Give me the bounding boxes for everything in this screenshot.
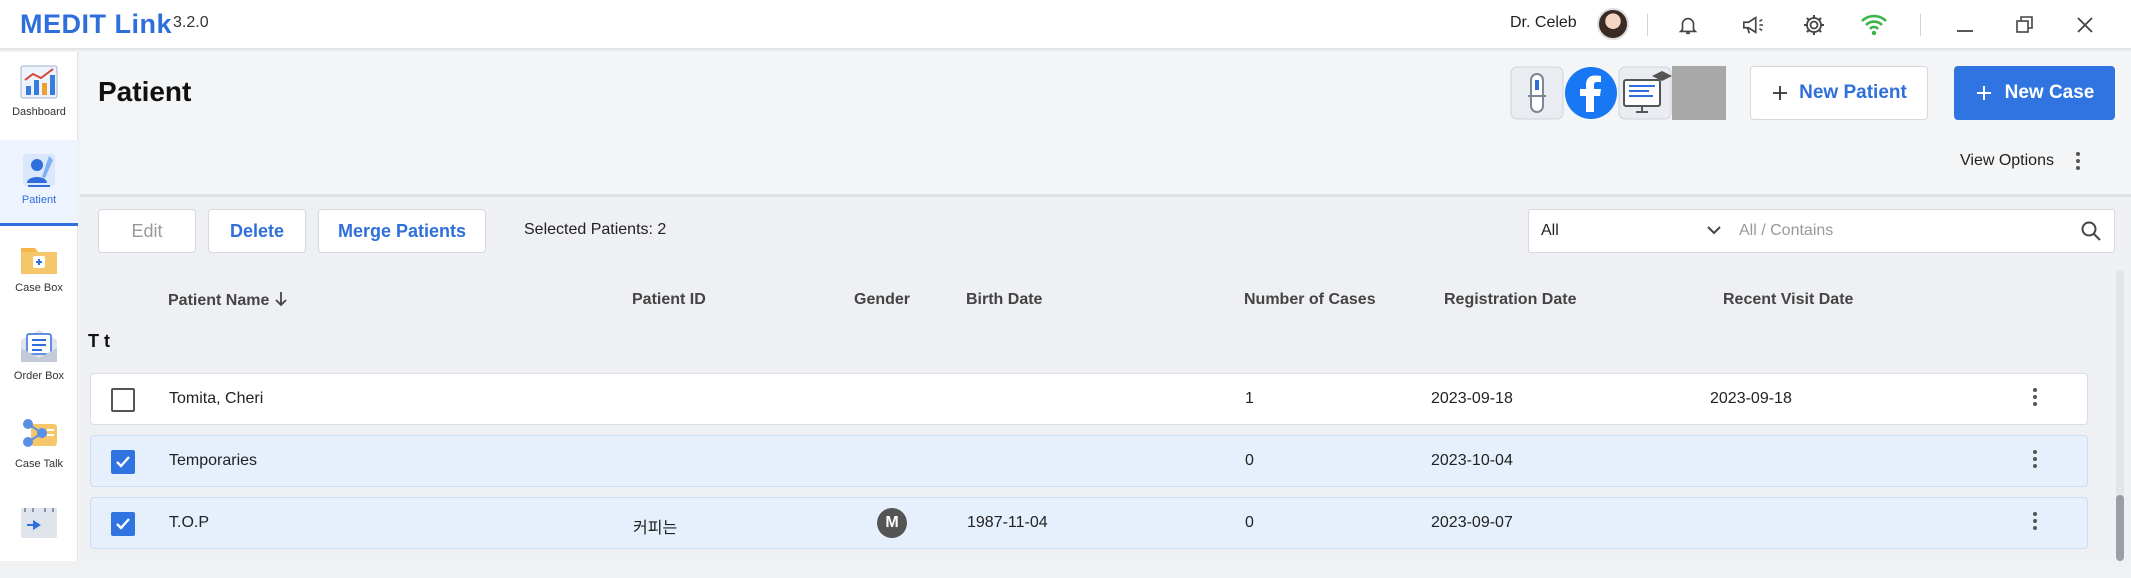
- user-name[interactable]: Dr. Celeb: [1510, 14, 1577, 32]
- sidebar-item-dashboard[interactable]: Dashboard: [0, 52, 78, 138]
- sidebar-item-label: Order Box: [13, 370, 65, 382]
- column-header-patient-id[interactable]: Patient ID: [632, 291, 706, 309]
- separator: [1920, 14, 1921, 36]
- app-logo: MEDIT Link: [20, 9, 172, 39]
- work-box-icon: [21, 508, 57, 538]
- page-title: Patient: [98, 76, 192, 107]
- bell-icon[interactable]: [1673, 10, 1703, 40]
- check-icon: [116, 456, 130, 468]
- registration-date: 2023-10-04: [1431, 452, 1513, 469]
- number-of-cases: 0: [1245, 514, 1254, 531]
- recent-visit-date: 2023-09-18: [1710, 390, 1792, 407]
- sidebar-item-label: Case Talk: [14, 458, 64, 470]
- edit-button[interactable]: Edit: [98, 209, 196, 253]
- birth-date: 1987-11-04: [967, 514, 1048, 531]
- title-bar: MEDIT Link 3.2.0 Dr. Celeb: [0, 0, 2131, 50]
- group-header: T t: [88, 331, 110, 351]
- patient-name: Temporaries: [169, 452, 258, 469]
- training-monitor-icon[interactable]: [1618, 66, 1672, 120]
- sidebar-item-label: Case Box: [15, 282, 63, 294]
- patient-icon: [23, 154, 55, 187]
- separator: [1647, 14, 1648, 36]
- table-row[interactable]: Tomita, Cheri 1 2023-09-18 2023-09-18: [90, 373, 2088, 425]
- row-checkbox[interactable]: [111, 450, 135, 474]
- number-of-cases: 1: [1245, 390, 1254, 407]
- plus-icon: [1976, 86, 1991, 100]
- order-box-icon: [21, 330, 57, 362]
- new-case-label: New Case: [2004, 82, 2095, 103]
- selected-count: Selected Patients: 2: [524, 221, 667, 238]
- row-more-icon[interactable]: [2033, 450, 2037, 468]
- sidebar-item-patient[interactable]: Patient: [0, 140, 78, 226]
- sidebar-item-label: Dashboard: [12, 106, 66, 118]
- new-patient-button[interactable]: New Patient: [1750, 66, 1928, 120]
- filter-select[interactable]: All: [1541, 222, 1559, 240]
- scrollbar-thumb[interactable]: [2116, 495, 2124, 561]
- new-case-button[interactable]: New Case: [1954, 66, 2115, 120]
- sidebar: Dashboard Patient Case Box Order Box Cas…: [0, 52, 78, 561]
- row-more-icon[interactable]: [2033, 512, 2037, 530]
- search-icon[interactable]: [2080, 220, 2102, 242]
- plus-icon: [1773, 86, 1788, 100]
- megaphone-icon[interactable]: [1738, 10, 1768, 40]
- app-version: 3.2.0: [173, 14, 209, 31]
- scanner-app-icon[interactable]: [1510, 66, 1564, 120]
- facebook-icon[interactable]: [1564, 66, 1618, 120]
- search-filter: All All / Contains: [1528, 209, 2115, 253]
- avatar[interactable]: [1597, 8, 1629, 40]
- row-checkbox[interactable]: [111, 388, 135, 412]
- patient-id: 커피는: [633, 520, 678, 537]
- gear-icon[interactable]: [1799, 10, 1829, 40]
- search-input[interactable]: All / Contains: [1739, 222, 1833, 240]
- table-row[interactable]: Temporaries 0 2023-10-04: [90, 435, 2088, 487]
- patient-name: T.O.P: [169, 514, 210, 531]
- column-header-recent-visit-date[interactable]: Recent Visit Date: [1723, 291, 1853, 309]
- sidebar-item-label: Patient: [21, 194, 57, 206]
- wifi-icon[interactable]: [1859, 10, 1889, 40]
- minimize-icon[interactable]: [1950, 10, 1980, 40]
- restore-icon[interactable]: [2010, 10, 2040, 40]
- number-of-cases: 0: [1245, 452, 1254, 469]
- patient-list-panel: Edit Delete Merge Patients Selected Pati…: [80, 197, 2131, 561]
- table-row[interactable]: T.O.P 커피는 M 1987-11-04 0 2023-09-07: [90, 497, 2088, 549]
- chevron-down-icon[interactable]: [1705, 220, 1723, 240]
- sidebar-item-case-box[interactable]: Case Box: [0, 228, 78, 314]
- case-talk-icon: [23, 419, 57, 447]
- more-vertical-icon[interactable]: [2076, 152, 2081, 170]
- registration-date: 2023-09-07: [1431, 514, 1513, 531]
- column-header-registration-date[interactable]: Registration Date: [1444, 291, 1576, 309]
- column-header-gender[interactable]: Gender: [854, 291, 910, 309]
- view-options[interactable]: View Options: [1960, 152, 2081, 170]
- sidebar-item-work-box[interactable]: [0, 492, 78, 578]
- column-header-patient-name[interactable]: Patient Name: [168, 291, 288, 310]
- sidebar-item-case-talk[interactable]: Case Talk: [0, 404, 78, 490]
- sort-arrow-down-icon[interactable]: [274, 291, 288, 307]
- patient-name: Tomita, Cheri: [169, 390, 264, 407]
- dashboard-chart-icon: [20, 65, 58, 99]
- new-patient-label: New Patient: [1799, 82, 1907, 103]
- case-box-icon: [21, 248, 57, 274]
- close-icon[interactable]: [2070, 10, 2100, 40]
- registration-date: 2023-09-18: [1431, 390, 1513, 407]
- check-icon: [116, 518, 130, 530]
- delete-button[interactable]: Delete: [208, 209, 306, 253]
- blank-app-icon[interactable]: [1672, 66, 1726, 120]
- column-header-number-of-cases[interactable]: Number of Cases: [1244, 291, 1376, 309]
- page-header: Patient New Patient New Case View Option…: [80, 52, 2131, 194]
- row-more-icon[interactable]: [2033, 388, 2037, 406]
- row-checkbox[interactable]: [111, 512, 135, 536]
- view-options-label: View Options: [1960, 152, 2054, 170]
- merge-patients-button[interactable]: Merge Patients: [318, 209, 486, 253]
- gender-badge: M: [877, 508, 907, 538]
- sidebar-item-order-box[interactable]: Order Box: [0, 316, 78, 402]
- column-header-birth-date[interactable]: Birth Date: [966, 291, 1042, 309]
